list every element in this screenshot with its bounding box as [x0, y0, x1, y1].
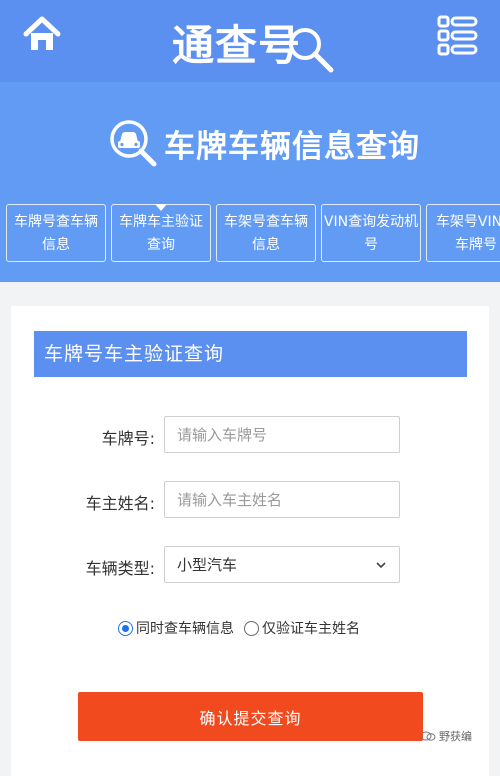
hero-title-text: 车牌车辆信息查询 — [164, 128, 420, 165]
query-tabs: 车牌号查车辆 信息 车牌车主验证 查询 车架号查车辆 信息 VIN查询发动机 号… — [6, 204, 500, 264]
radio-owner-only[interactable] — [244, 620, 259, 636]
car-search-icon — [110, 120, 157, 167]
hero-title: 车牌车辆信息查询 — [108, 118, 420, 168]
tab-label-line2: 信息 — [252, 237, 280, 253]
chat-bubble-icon — [420, 731, 436, 741]
form-title: 车牌号车主验证查询 — [34, 331, 467, 377]
tab-plate-vehicle-info[interactable]: 车牌号查车辆 信息 — [6, 204, 106, 262]
vehicle-type-label: 车辆类型: — [85, 559, 155, 578]
chevron-down-icon — [376, 561, 386, 568]
tab-label-line2: 查询 — [147, 237, 175, 253]
tab-label-line1: 车架号VIN查 — [435, 214, 500, 230]
home-icon[interactable] — [22, 14, 62, 54]
tab-label-line1: 车牌车主验证 — [119, 214, 203, 230]
tab-label-line1: 车牌号查车辆 — [14, 214, 98, 230]
query-mode-group: 同时查车辆信息 仅验证车主姓名 — [118, 618, 360, 638]
vehicle-type-select[interactable]: 小型汽车 — [164, 546, 400, 583]
vehicle-type-value: 小型汽车 — [177, 556, 238, 574]
watermark-text: 野获编 — [439, 730, 472, 743]
tab-frame-vehicle-info[interactable]: 车架号查车辆 信息 — [216, 204, 316, 262]
tab-vin-plate[interactable]: 车架号VIN查 车牌号 — [426, 204, 500, 262]
menu-list-icon[interactable] — [436, 14, 480, 58]
logo-text: 通查号 — [172, 20, 302, 70]
tab-label-line2: 车牌号 — [455, 237, 497, 253]
plate-label: 车牌号: — [101, 429, 155, 448]
submit-button[interactable]: 确认提交查询 — [78, 692, 423, 741]
magnifier-icon — [289, 28, 334, 73]
tab-label-line1: VIN查询发动机 — [323, 214, 419, 230]
owner-name-label: 车主姓名: — [85, 494, 155, 513]
plate-input[interactable] — [164, 416, 400, 453]
tab-plate-owner-verify[interactable]: 车牌车主验证 查询 — [111, 204, 211, 262]
app-header: 通查号 — [0, 0, 500, 82]
radio-owner-only-label: 仅验证车主姓名 — [262, 621, 360, 637]
radio-also-vehicle-info-label: 同时查车辆信息 — [136, 621, 234, 637]
tab-vin-engine[interactable]: VIN查询发动机 号 — [321, 204, 421, 262]
tab-label-line2: 信息 — [42, 237, 70, 253]
radio-also-vehicle-info[interactable] — [118, 620, 133, 636]
watermark: 野获编 — [420, 728, 472, 744]
tab-label-line1: 车架号查车辆 — [224, 214, 308, 230]
tab-label-line2: 号 — [364, 237, 378, 253]
owner-name-input[interactable] — [164, 481, 400, 518]
app-logo: 通查号 — [172, 10, 335, 74]
